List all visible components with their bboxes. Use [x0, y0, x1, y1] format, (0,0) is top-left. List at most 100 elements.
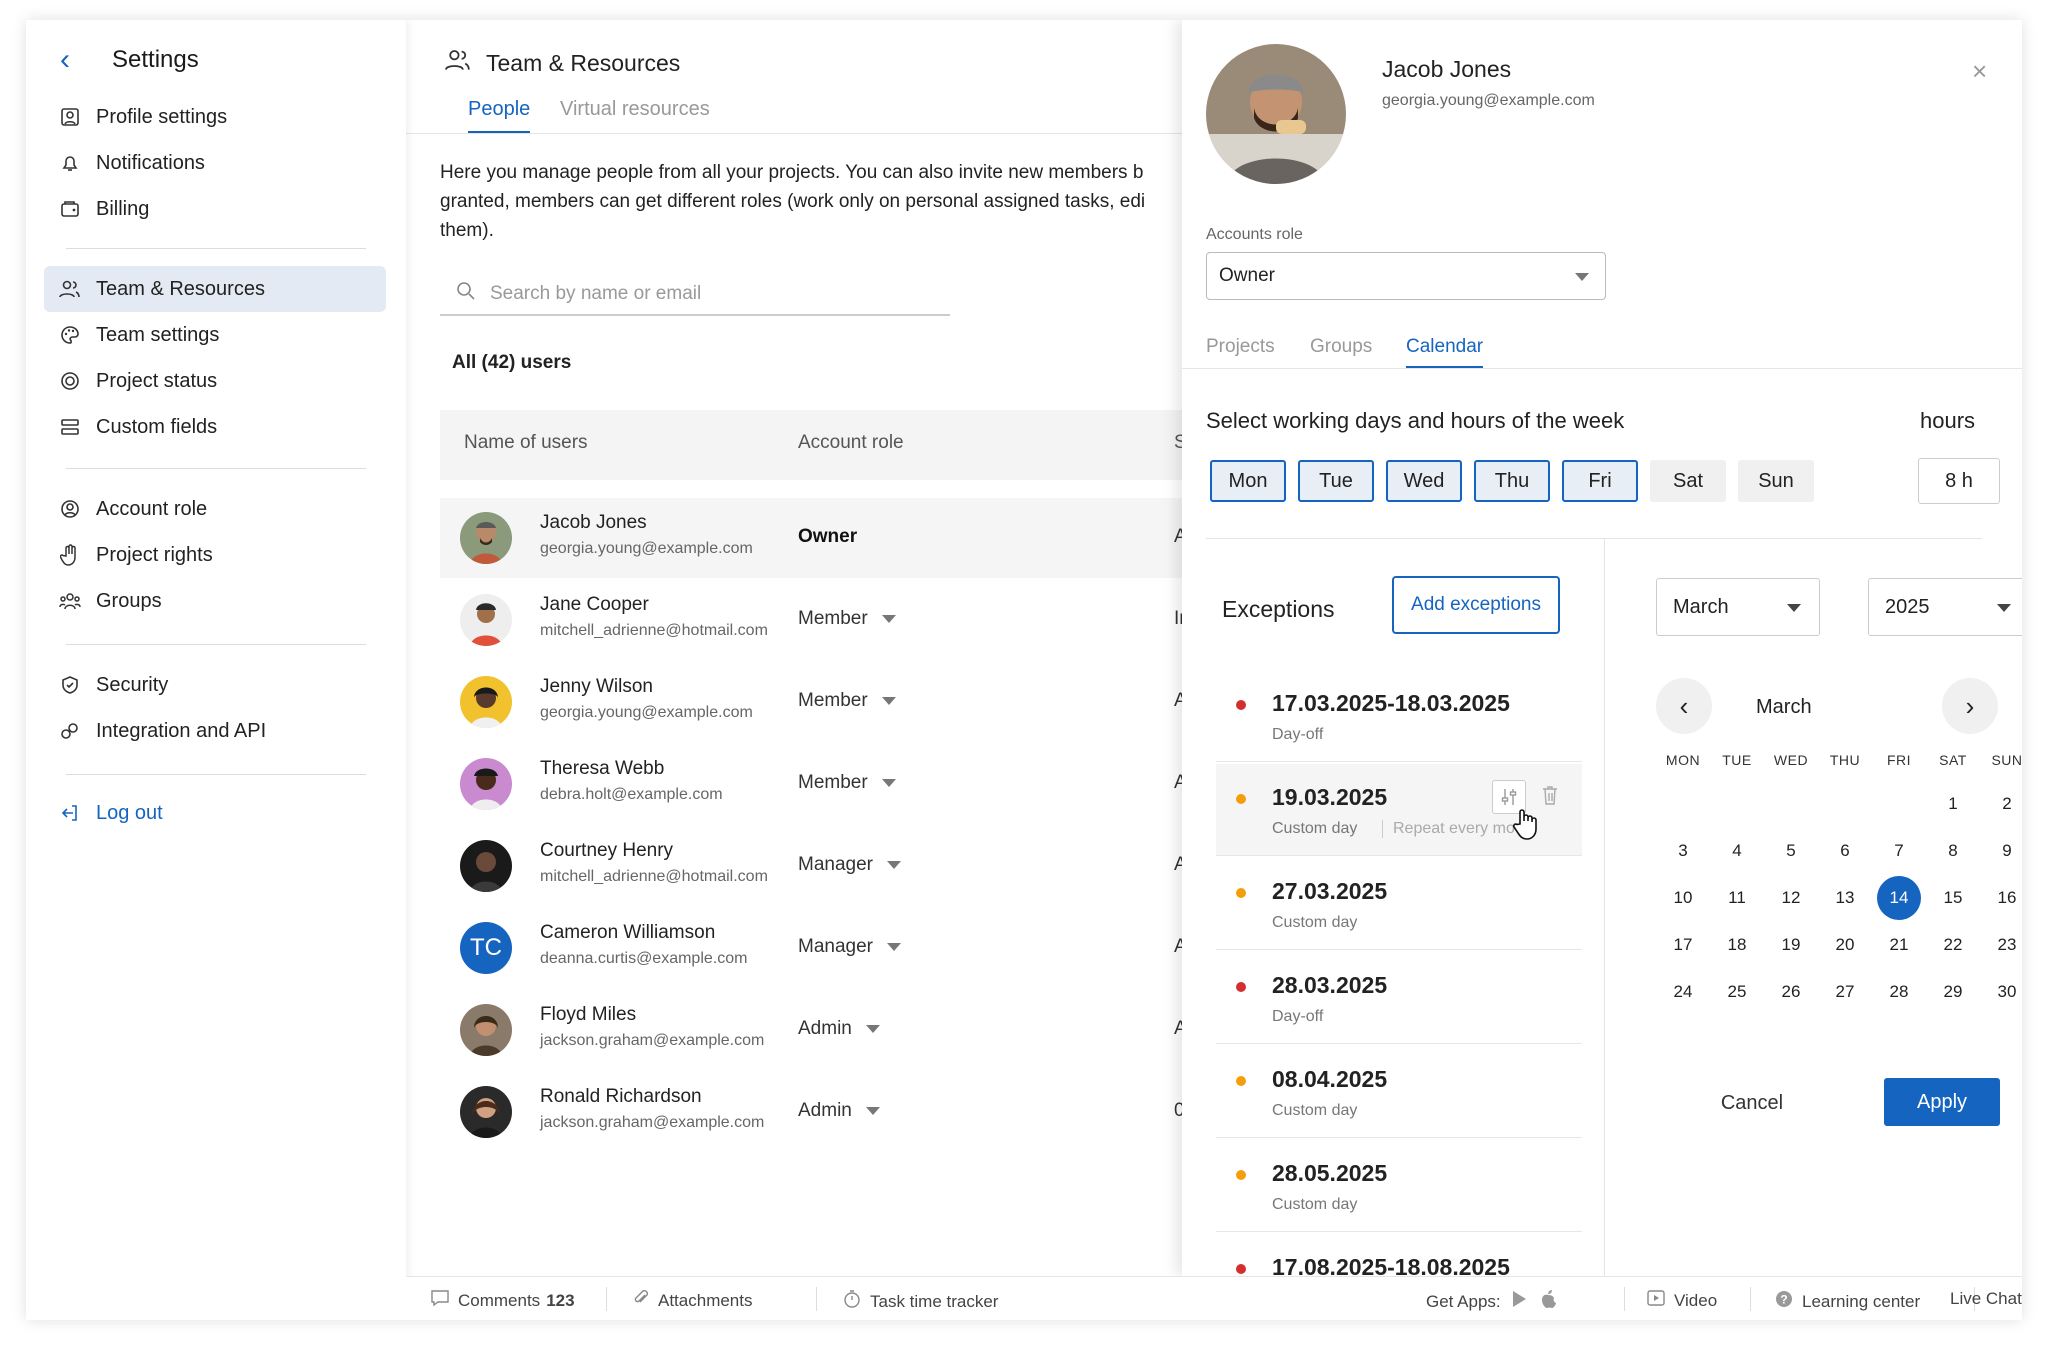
- next-month-button[interactable]: ›: [1942, 678, 1998, 734]
- exception-item[interactable]: 08.04.2025 Custom day: [1216, 1046, 1582, 1138]
- calendar-day[interactable]: 17: [1661, 923, 1705, 967]
- role-dropdown[interactable]: Member: [798, 690, 896, 712]
- hours-input[interactable]: 8 h: [1918, 458, 2000, 504]
- table-row[interactable]: Jenny Wilson georgia.young@example.com M…: [440, 662, 1206, 742]
- accounts-role-select[interactable]: Owner: [1206, 252, 1606, 300]
- calendar-day[interactable]: 7: [1877, 829, 1921, 873]
- day-toggle-fri[interactable]: Fri: [1562, 460, 1638, 502]
- calendar-day[interactable]: 26: [1769, 970, 1813, 1014]
- role-dropdown[interactable]: Manager: [798, 854, 901, 876]
- calendar-day[interactable]: 18: [1715, 923, 1759, 967]
- sidebar-item-project-status[interactable]: Project status: [44, 358, 386, 404]
- day-toggle-sat[interactable]: Sat: [1650, 460, 1726, 502]
- exception-item[interactable]: 17.08.2025-18.08.2025: [1216, 1234, 1582, 1276]
- prev-month-button[interactable]: ‹: [1656, 678, 1712, 734]
- calendar-day[interactable]: 2: [1985, 782, 2022, 826]
- calendar-day[interactable]: 24: [1661, 970, 1705, 1014]
- calendar-day[interactable]: 27: [1823, 970, 1867, 1014]
- learning-center-link[interactable]: ? Learning center: [1774, 1289, 1920, 1314]
- search-input[interactable]: Search by name or email: [440, 274, 950, 316]
- tab-people[interactable]: People: [468, 98, 531, 134]
- sidebar-item-groups[interactable]: Groups: [44, 578, 386, 624]
- sidebar-item-team-resources[interactable]: Team & Resources: [44, 266, 386, 312]
- calendar-day[interactable]: 6: [1823, 829, 1867, 873]
- calendar-day[interactable]: 5: [1769, 829, 1813, 873]
- back-arrow-icon[interactable]: ‹: [56, 43, 112, 77]
- exception-item[interactable]: 19.03.2025 Custom day Repeat every mo: [1216, 764, 1582, 856]
- table-row[interactable]: Theresa Webb debra.holt@example.com Memb…: [440, 744, 1206, 824]
- table-row[interactable]: Floyd Miles jackson.graham@example.com A…: [440, 990, 1206, 1070]
- calendar-day[interactable]: 16: [1985, 876, 2022, 920]
- video-link[interactable]: Video: [1646, 1289, 1717, 1312]
- play-store-icon[interactable]: [1511, 1290, 1527, 1313]
- calendar-day[interactable]: 20: [1823, 923, 1867, 967]
- tab-projects[interactable]: Projects: [1206, 336, 1275, 366]
- sidebar-item-team-settings[interactable]: Team settings: [44, 312, 386, 358]
- tab-virtual-resources[interactable]: Virtual resources: [560, 98, 710, 131]
- day-toggle-mon[interactable]: Mon: [1210, 460, 1286, 502]
- calendar-day-selected[interactable]: 14: [1877, 876, 1921, 920]
- sidebar-item-security[interactable]: Security: [44, 662, 386, 708]
- role-dropdown[interactable]: Admin: [798, 1018, 880, 1040]
- table-row[interactable]: Jacob Jones georgia.young@example.com Ow…: [440, 498, 1206, 578]
- day-toggle-thu[interactable]: Thu: [1474, 460, 1550, 502]
- attachments-link[interactable]: Attachments: [632, 1289, 753, 1312]
- exception-item[interactable]: 27.03.2025 Custom day: [1216, 858, 1582, 950]
- calendar-day[interactable]: 10: [1661, 876, 1705, 920]
- calendar-day[interactable]: 8: [1931, 829, 1975, 873]
- exception-item[interactable]: 28.05.2025 Custom day: [1216, 1140, 1582, 1232]
- sidebar-item-billing[interactable]: Billing: [44, 186, 386, 232]
- live-chat-link[interactable]: Live Chat: [1950, 1289, 2022, 1309]
- exception-item[interactable]: 28.03.2025 Day-off: [1216, 952, 1582, 1044]
- sidebar-item-notifications[interactable]: Notifications: [44, 140, 386, 186]
- logout-link[interactable]: Log out: [44, 790, 386, 836]
- table-row[interactable]: Courtney Henry mitchell_adrienne@hotmail…: [440, 826, 1206, 906]
- table-row[interactable]: Ronald Richardson jackson.graham@example…: [440, 1072, 1206, 1152]
- sidebar-item-profile-settings[interactable]: Profile settings: [44, 94, 386, 140]
- calendar-day[interactable]: 3: [1661, 829, 1705, 873]
- tab-calendar[interactable]: Calendar: [1406, 336, 1484, 369]
- cancel-button[interactable]: Cancel: [1702, 1092, 1802, 1115]
- role-dropdown[interactable]: Manager: [798, 936, 901, 958]
- sidebar-item-custom-fields[interactable]: Custom fields: [44, 404, 386, 450]
- calendar-day[interactable]: 15: [1931, 876, 1975, 920]
- table-row[interactable]: TC Cameron Williamson deanna.curtis@exam…: [440, 908, 1206, 988]
- time-tracker-link[interactable]: Task time tracker: [842, 1289, 998, 1314]
- sidebar-item-account-role[interactable]: Account role: [44, 486, 386, 532]
- add-exceptions-button[interactable]: Add exceptions: [1392, 576, 1560, 634]
- exception-item[interactable]: 17.03.2025-18.03.2025 Day-off: [1216, 670, 1582, 762]
- day-toggle-wed[interactable]: Wed: [1386, 460, 1462, 502]
- calendar-day[interactable]: 28: [1877, 970, 1921, 1014]
- calendar-day[interactable]: 25: [1715, 970, 1759, 1014]
- calendar-day[interactable]: 12: [1769, 876, 1813, 920]
- calendar-day[interactable]: 9: [1985, 829, 2022, 873]
- sidebar-item-integration-api[interactable]: Integration and API: [44, 708, 386, 754]
- calendar-day[interactable]: 11: [1715, 876, 1759, 920]
- calendar-day[interactable]: 22: [1931, 923, 1975, 967]
- tab-groups[interactable]: Groups: [1310, 336, 1372, 366]
- month-select[interactable]: March: [1656, 578, 1820, 636]
- close-icon[interactable]: ×: [1972, 56, 1987, 87]
- role-dropdown[interactable]: Admin: [798, 1100, 880, 1122]
- calendar-day[interactable]: 19: [1769, 923, 1813, 967]
- calendar-day[interactable]: 30: [1985, 970, 2022, 1014]
- calendar-day[interactable]: 21: [1877, 923, 1921, 967]
- day-toggle-sun[interactable]: Sun: [1738, 460, 1814, 502]
- year-select[interactable]: 2025: [1868, 578, 2022, 636]
- calendar-day[interactable]: 1: [1931, 782, 1975, 826]
- apply-button[interactable]: Apply: [1884, 1078, 2000, 1126]
- table-row[interactable]: Jane Cooper mitchell_adrienne@hotmail.co…: [440, 580, 1206, 660]
- comments-link[interactable]: Comments 123: [430, 1289, 575, 1312]
- calendar-day[interactable]: 23: [1985, 923, 2022, 967]
- role-dropdown[interactable]: Member: [798, 608, 896, 630]
- get-apps-label: Get Apps:: [1426, 1291, 1501, 1311]
- apple-icon[interactable]: [1539, 1289, 1557, 1314]
- user-role: Manager: [798, 854, 873, 875]
- trash-icon[interactable]: [1540, 784, 1560, 811]
- calendar-day[interactable]: 13: [1823, 876, 1867, 920]
- calendar-day[interactable]: 4: [1715, 829, 1759, 873]
- role-dropdown[interactable]: Member: [798, 772, 896, 794]
- day-toggle-tue[interactable]: Tue: [1298, 460, 1374, 502]
- sidebar-item-project-rights[interactable]: Project rights: [44, 532, 386, 578]
- calendar-day[interactable]: 29: [1931, 970, 1975, 1014]
